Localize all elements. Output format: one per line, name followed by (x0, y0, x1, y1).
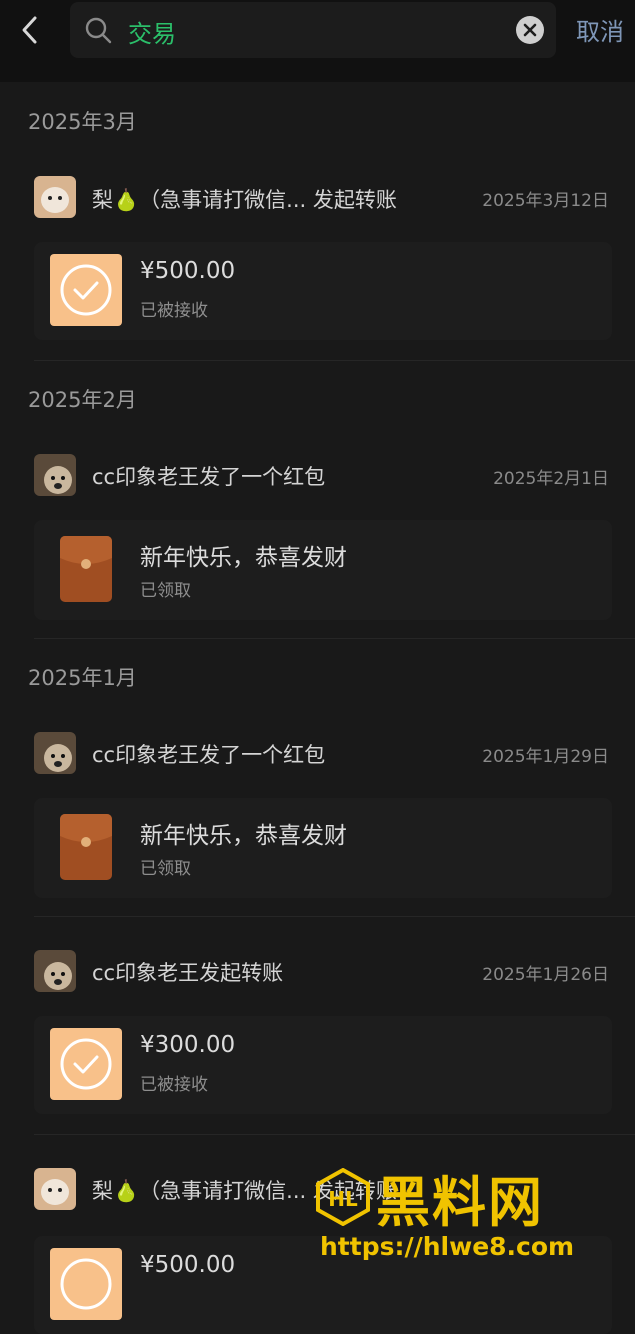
avatar (34, 732, 76, 774)
sender-name: cc印象老王发了一个红包 (92, 465, 326, 489)
search-input[interactable]: 交易 (128, 14, 488, 49)
transfer-amount: ¥500.00 (140, 1252, 236, 1278)
red-packet-status: 已领取 (140, 859, 191, 879)
chevron-left-icon (22, 16, 37, 44)
divider (34, 916, 635, 917)
watermark-url: https://hlwe8.com (320, 1232, 575, 1261)
red-packet-status: 已领取 (140, 581, 191, 601)
section-title-january: 2025年1月 (28, 666, 137, 690)
message-date: 2025年2月1日 (493, 469, 609, 489)
avatar (34, 454, 76, 496)
svg-text:HL: HL (328, 1187, 358, 1211)
top-bar: 交易 取消 (0, 0, 635, 82)
red-packet-message: 新年快乐，恭喜发财 (140, 545, 347, 571)
message-date: 2025年3月12日 (482, 191, 609, 211)
sender-name: cc印象老王发起转账 (92, 961, 284, 985)
red-packet-card[interactable]: 新年快乐，恭喜发财 已领取 (34, 520, 612, 620)
back-button[interactable] (12, 12, 48, 48)
transfer-card[interactable]: ¥300.00 已被接收 (34, 1016, 612, 1114)
message-date: 2025年1月29日 (482, 747, 609, 767)
transfer-card[interactable]: ¥500.00 已被接收 (34, 242, 612, 340)
clear-search-button[interactable] (516, 16, 544, 44)
red-packet-icon (60, 536, 112, 602)
watermark-logo-icon: HL (316, 1168, 370, 1226)
transfer-accepted-icon (50, 1028, 122, 1100)
watermark-brand: 黑料网 (376, 1171, 544, 1234)
divider (34, 360, 635, 361)
search-icon (85, 17, 112, 44)
section-title-february: 2025年2月 (28, 388, 137, 412)
sender-name: cc印象老王发了一个红包 (92, 743, 326, 767)
transfer-status: 已被接收 (140, 301, 208, 321)
red-packet-card[interactable]: 新年快乐，恭喜发财 已领取 (34, 798, 612, 898)
close-icon (523, 23, 537, 37)
transfer-amount: ¥500.00 (140, 258, 236, 284)
message-date: 2025年1月26日 (482, 965, 609, 985)
red-packet-message: 新年快乐，恭喜发财 (140, 823, 347, 849)
transfer-accepted-icon (50, 254, 122, 326)
transfer-accepted-icon (50, 1248, 122, 1320)
search-box[interactable]: 交易 (70, 2, 556, 58)
red-packet-icon (60, 814, 112, 880)
transfer-status: 已被接收 (140, 1075, 208, 1095)
divider (34, 638, 635, 639)
divider (34, 1134, 635, 1135)
avatar (34, 176, 76, 218)
transfer-amount: ¥300.00 (140, 1032, 236, 1058)
sender-name: 梨🍐（急事请打微信... 发起转账 (92, 188, 397, 212)
avatar (34, 950, 76, 992)
cancel-button[interactable]: 取消 (576, 12, 624, 47)
avatar (34, 1168, 76, 1210)
section-title-march: 2025年3月 (28, 110, 137, 134)
